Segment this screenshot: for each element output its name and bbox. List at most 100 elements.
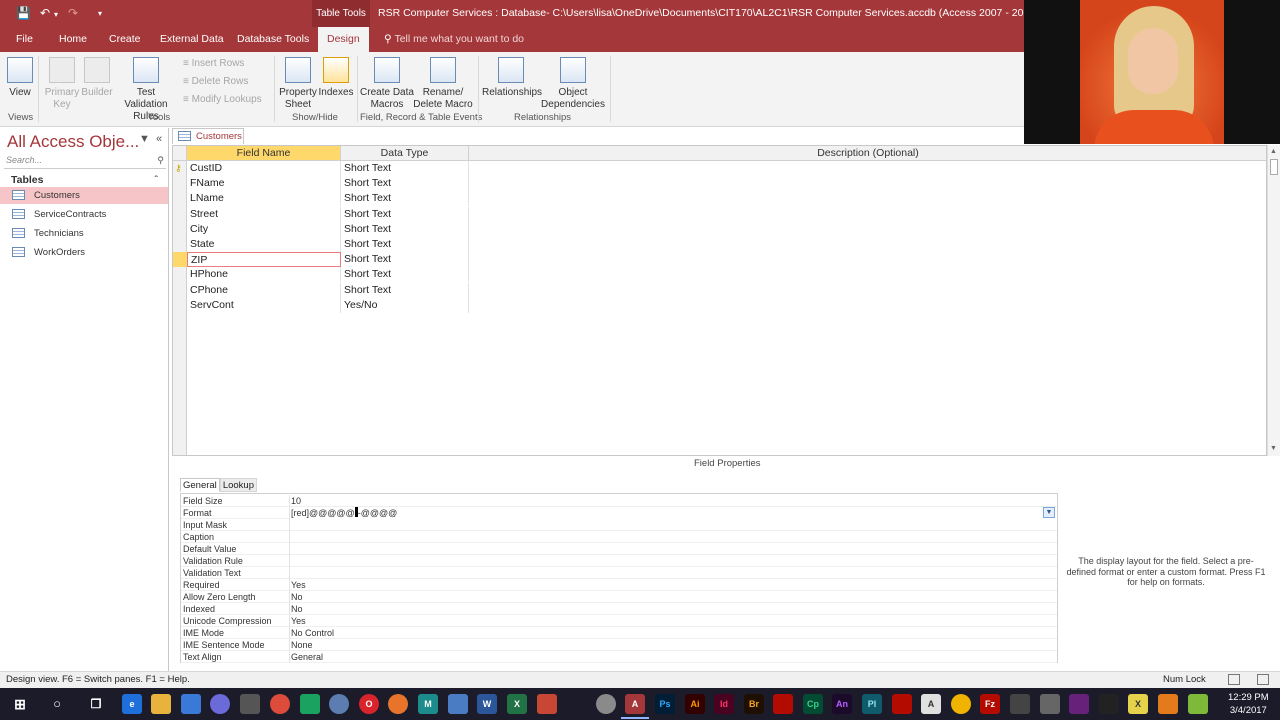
windows-start-icon[interactable]: ⊞ <box>10 694 30 714</box>
design-view-icon[interactable] <box>1257 674 1269 685</box>
property-value[interactable]: Yes <box>289 579 1057 591</box>
property-value[interactable]: No <box>289 603 1057 615</box>
indexes-button[interactable]: Indexes <box>318 57 354 99</box>
file-explorer-icon[interactable] <box>151 694 171 714</box>
filezilla-icon[interactable]: Fz <box>980 694 1000 714</box>
scroll-down-icon[interactable]: ▼ <box>1270 445 1277 452</box>
shutter-bar-collapse-icon[interactable]: « <box>156 133 162 145</box>
app-icon-a[interactable]: A <box>921 694 941 714</box>
row-selector[interactable] <box>173 283 187 298</box>
app-icon-green[interactable] <box>1188 694 1208 714</box>
field-name-cell[interactable]: CPhone <box>187 282 341 298</box>
system-clock[interactable]: 12:29 PM 3/4/2017 <box>1228 691 1269 717</box>
captivate-icon[interactable]: Cp <box>803 694 823 714</box>
property-value[interactable] <box>289 531 1057 543</box>
chrome-icon[interactable] <box>270 694 290 714</box>
app-icon-red[interactable] <box>537 694 557 714</box>
row-selector[interactable] <box>173 222 187 237</box>
field-name-cell[interactable]: FName <box>187 176 341 192</box>
data-type-cell[interactable]: Short Text <box>341 252 469 268</box>
property-value[interactable]: General <box>289 651 1057 663</box>
tab-database-tools[interactable]: Database Tools <box>233 27 313 52</box>
field-name-cell[interactable]: HPhone <box>187 267 341 283</box>
nav-pane-title[interactable]: All Access Obje... <box>7 132 139 152</box>
row-selector[interactable] <box>173 176 187 191</box>
app-icon-x[interactable]: X <box>1128 694 1148 714</box>
grid-vertical-scrollbar[interactable]: ▲ ▼ <box>1267 145 1280 456</box>
tab-lookup[interactable]: Lookup <box>219 478 257 492</box>
field-name-cell[interactable]: CustID <box>187 161 341 176</box>
indesign-icon[interactable]: Id <box>714 694 734 714</box>
property-value[interactable] <box>289 567 1057 579</box>
property-value[interactable]: No Control <box>289 627 1057 639</box>
app-icon-blue[interactable] <box>448 694 468 714</box>
relationships-button[interactable]: Relationships <box>482 57 542 99</box>
app-icon-keyboard[interactable] <box>1040 694 1060 714</box>
data-type-cell[interactable]: Short Text <box>341 176 469 192</box>
view-button[interactable]: View <box>6 57 34 99</box>
excel-icon[interactable]: X <box>507 694 527 714</box>
nav-item-technicians[interactable]: Technicians <box>0 225 168 242</box>
datasheet-view-icon[interactable] <box>1228 674 1240 685</box>
cortana-icon[interactable]: ○ <box>47 694 67 714</box>
row-selector[interactable] <box>173 207 187 222</box>
network-icon[interactable] <box>329 694 349 714</box>
app-icon-yellow[interactable] <box>951 694 971 714</box>
data-type-cell[interactable]: Short Text <box>341 221 469 237</box>
row-selector[interactable] <box>173 298 187 313</box>
tab-home[interactable]: Home <box>55 27 91 52</box>
data-type-cell[interactable]: Short Text <box>341 206 469 222</box>
row-selector[interactable] <box>173 252 187 268</box>
insert-rows-button[interactable]: ≡ Insert Rows <box>183 58 244 69</box>
create-data-macros-button[interactable]: Create Data Macros <box>360 57 414 111</box>
app-icon-terminal[interactable] <box>1099 694 1119 714</box>
acrobat-reader-icon[interactable] <box>892 694 912 714</box>
data-type-cell[interactable]: Short Text <box>341 191 469 207</box>
tab-design[interactable]: Design <box>318 27 369 52</box>
bridge-icon[interactable]: Br <box>744 694 764 714</box>
field-name-cell[interactable]: ServCont <box>187 297 341 313</box>
format-input[interactable]: [red]@@@@@ -@@@@ ▼ <box>289 507 1057 519</box>
google-drive-icon[interactable] <box>300 694 320 714</box>
primary-key-button[interactable]: Primary Key <box>42 57 82 111</box>
nav-menu-chevron-icon[interactable]: ▼ <box>139 133 150 145</box>
scroll-thumb[interactable] <box>1270 159 1278 175</box>
edge-icon[interactable]: e <box>122 694 142 714</box>
data-type-cell[interactable]: Short Text <box>341 282 469 298</box>
property-value[interactable] <box>289 519 1057 531</box>
nav-item-customers[interactable]: Customers <box>0 187 168 204</box>
tab-general[interactable]: General <box>180 478 220 492</box>
tab-file[interactable]: File <box>12 27 37 52</box>
delete-rows-button[interactable]: ≡ Delete Rows <box>183 76 248 87</box>
store-icon[interactable] <box>181 694 201 714</box>
calculator-icon[interactable] <box>240 694 260 714</box>
property-value[interactable]: None <box>289 639 1057 651</box>
illustrator-icon[interactable]: Ai <box>685 694 705 714</box>
undo-dropdown-icon[interactable]: ▾ <box>54 10 58 19</box>
undo-icon[interactable]: ↶ <box>40 6 50 20</box>
prelude-icon[interactable]: Pl <box>862 694 882 714</box>
app-icon-dark[interactable] <box>1010 694 1030 714</box>
field-name-cell[interactable]: City <box>187 221 341 237</box>
scroll-up-icon[interactable]: ▲ <box>1270 148 1277 155</box>
photoshop-icon[interactable]: Ps <box>655 694 675 714</box>
data-type-cell[interactable]: Short Text <box>341 237 469 252</box>
builder-button[interactable]: Builder <box>80 57 114 99</box>
property-value[interactable]: No <box>289 591 1057 603</box>
acrobat-icon[interactable] <box>773 694 793 714</box>
data-type-cell[interactable]: Yes/No <box>341 297 469 313</box>
property-value[interactable] <box>289 543 1057 555</box>
row-selector[interactable] <box>173 267 187 282</box>
tab-external-data[interactable]: External Data <box>156 27 228 52</box>
format-dropdown-icon[interactable]: ▼ <box>1043 507 1055 518</box>
field-name-cell[interactable]: Street <box>187 206 341 222</box>
firefox-icon[interactable] <box>388 694 408 714</box>
property-value[interactable] <box>289 555 1057 567</box>
modify-lookups-button[interactable]: ≡ Modify Lookups <box>183 94 262 105</box>
nav-search-input[interactable]: Search... ⚲ <box>4 155 166 169</box>
object-dependencies-button[interactable]: Object Dependencies <box>540 57 606 111</box>
app-icon-gray[interactable] <box>596 694 616 714</box>
data-type-cell[interactable]: Short Text <box>341 161 469 176</box>
document-tab-customers[interactable]: Customers <box>172 128 244 144</box>
nav-item-servicecontracts[interactable]: ServiceContracts <box>0 206 168 223</box>
